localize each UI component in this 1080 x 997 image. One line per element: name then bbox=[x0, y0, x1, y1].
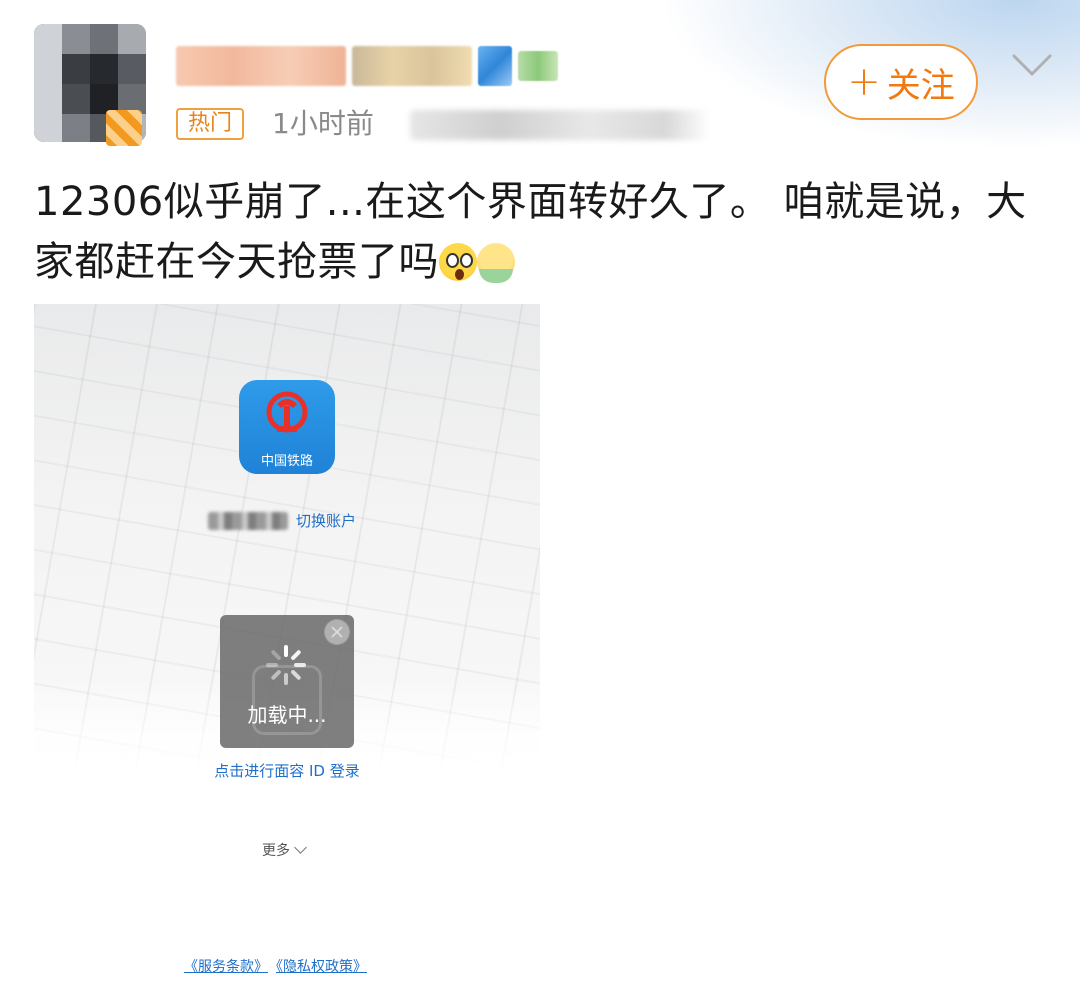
app-name-label: 中国铁路 bbox=[260, 454, 313, 469]
terms-of-service-link[interactable]: 《服务条款》 bbox=[184, 959, 268, 975]
more-options-button[interactable]: 更多 bbox=[262, 840, 307, 860]
privacy-policy-link[interactable]: 《隐私权政策》 bbox=[276, 959, 367, 975]
hot-tag: 热门 bbox=[176, 108, 245, 140]
follow-button[interactable]: + 关注 bbox=[824, 44, 978, 120]
switch-account-link[interactable]: 切换账户 bbox=[296, 510, 356, 531]
chevron-down-icon[interactable] bbox=[1010, 50, 1054, 80]
embedded-screenshot[interactable]: 中国铁路 切换账户 加载中... 点击进行面容 ID 登录 更多 《服务条款》 … bbox=[34, 304, 540, 984]
account-blurred bbox=[208, 512, 288, 530]
more-label: 更多 bbox=[262, 843, 290, 859]
username-blurred[interactable] bbox=[176, 44, 566, 88]
follow-label: 关注 bbox=[886, 65, 955, 106]
railway-app-icon: 中国铁路 bbox=[239, 380, 335, 474]
face-id-login-link[interactable]: 点击进行面容 ID 登录 bbox=[34, 760, 540, 781]
verified-badge-icon bbox=[106, 110, 142, 146]
plus-icon: + bbox=[847, 59, 881, 105]
policy-links: 《服务条款》 《隐私权政策》 bbox=[184, 956, 375, 976]
post-time: 1小时前 bbox=[272, 107, 374, 140]
close-icon[interactable] bbox=[324, 619, 350, 645]
shocked-face-emoji-icon bbox=[439, 243, 477, 281]
chevron-down-icon bbox=[294, 841, 307, 854]
post-body: 12306似乎崩了...在这个界面转好久了。 咱就是说，大家都赶在今天抢票了吗 bbox=[34, 172, 1054, 292]
loading-dialog: 加载中... bbox=[220, 615, 354, 748]
spinner-icon bbox=[266, 645, 306, 685]
lotus-smile-emoji-icon bbox=[477, 243, 515, 283]
post-text: 12306似乎崩了...在这个界面转好久了。 咱就是说，大家都赶在今天抢票了吗 bbox=[34, 179, 1027, 285]
loading-text: 加载中... bbox=[247, 703, 327, 727]
post-source-blurred bbox=[410, 110, 710, 140]
railway-logo-icon bbox=[266, 391, 308, 433]
